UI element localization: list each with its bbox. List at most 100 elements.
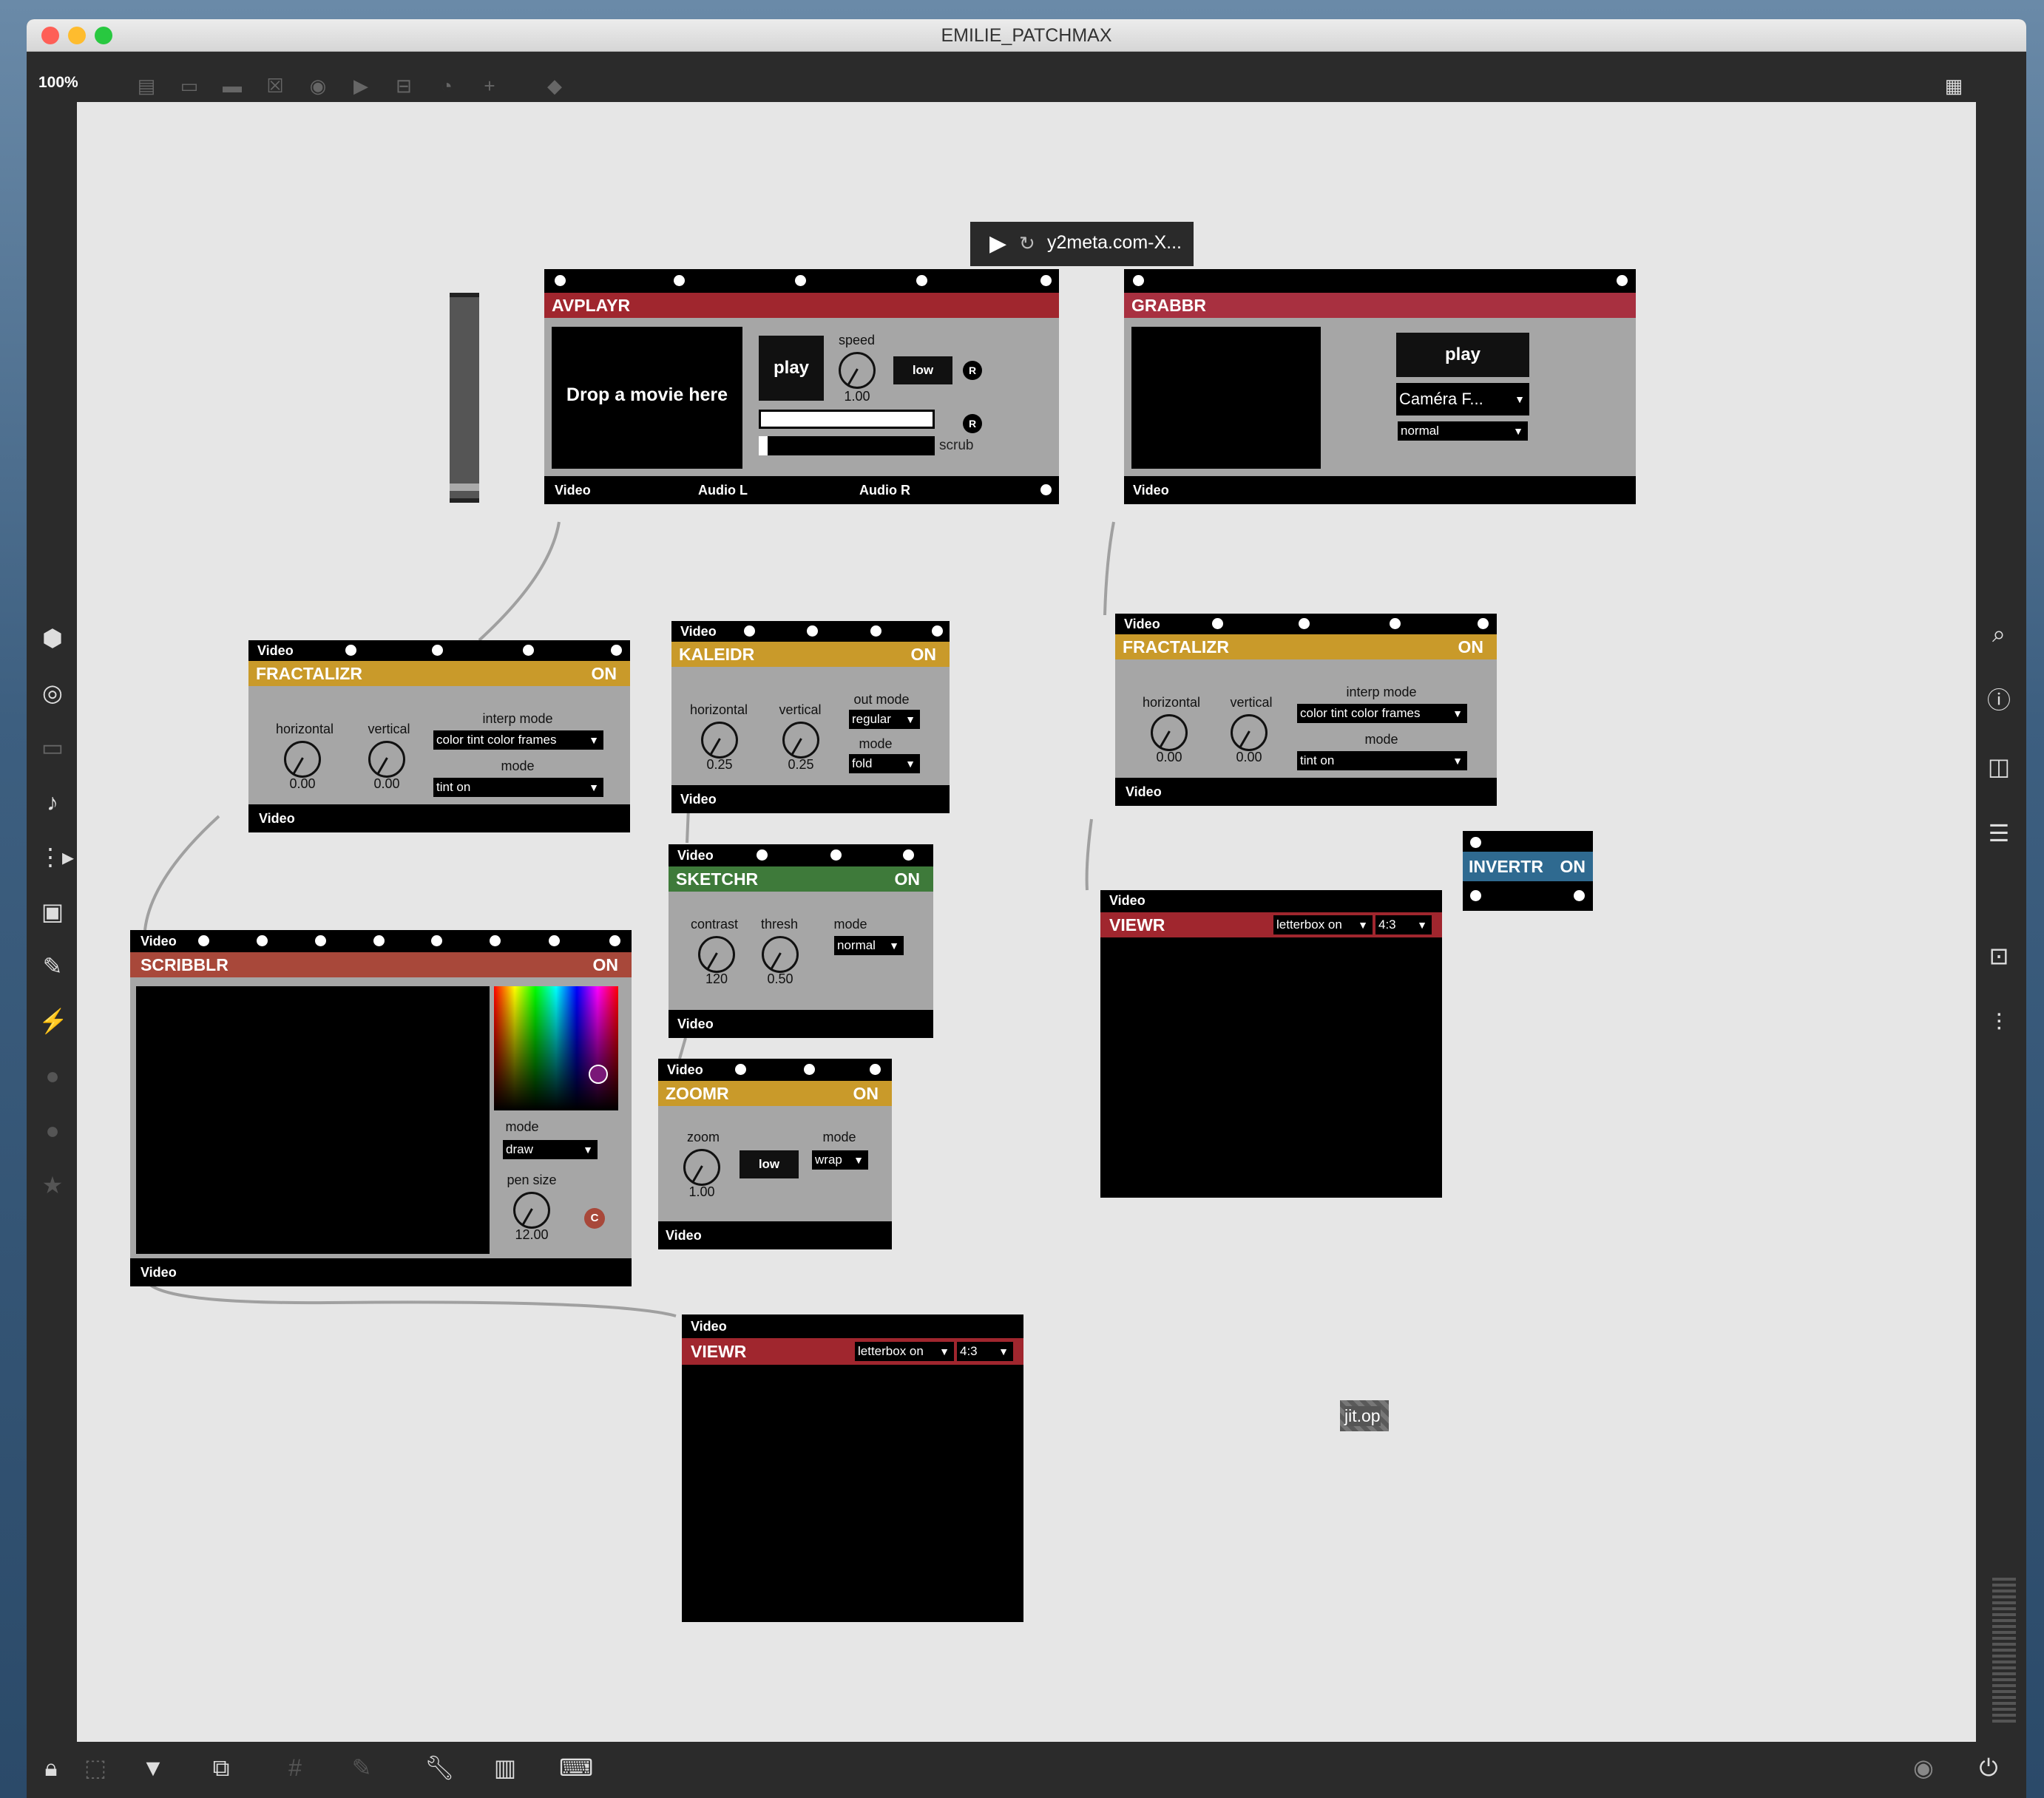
on-toggle[interactable]: ON — [1560, 852, 1586, 881]
grid-icon[interactable]: ▦ — [1942, 74, 1966, 98]
inlet-port[interactable] — [609, 935, 620, 946]
inlet-port[interactable] — [1040, 275, 1052, 286]
inlet-port[interactable] — [431, 935, 442, 946]
on-toggle[interactable]: ON — [593, 952, 619, 977]
video-clips-icon[interactable]: ⋮▸ — [38, 843, 74, 871]
dial-icon[interactable]: ◔ — [435, 74, 458, 98]
info-icon[interactable]: ⓘ — [1985, 686, 2013, 714]
zoom-knob[interactable] — [683, 1149, 720, 1186]
grabbr-module[interactable]: GRABBR play Caméra F... normal Video — [1124, 269, 1636, 504]
horizontal-knob[interactable] — [1151, 714, 1188, 751]
on-toggle[interactable]: ON — [1458, 634, 1484, 659]
package-icon[interactable]: ⬢ — [38, 624, 67, 652]
inlet-port[interactable] — [916, 275, 927, 286]
target-icon[interactable]: ◎ — [38, 679, 67, 707]
mode-select[interactable]: normal — [1398, 421, 1528, 441]
presentation-mode-icon[interactable]: ⬚ — [81, 1754, 109, 1782]
horizontal-knob[interactable] — [284, 741, 321, 778]
inlet-port[interactable] — [490, 935, 501, 946]
vertical-slider[interactable] — [450, 293, 479, 503]
quality-button[interactable]: low — [740, 1150, 799, 1178]
out-mode-select[interactable]: regular — [849, 710, 920, 729]
slider-thumb[interactable] — [450, 484, 479, 491]
vertical-knob[interactable] — [782, 722, 819, 759]
invertr-module[interactable]: INVERTR ON — [1463, 831, 1593, 911]
inlet-port[interactable] — [1133, 275, 1144, 286]
inlet-port[interactable] — [830, 849, 842, 861]
inlet-port[interactable] — [432, 645, 443, 656]
playlist-object[interactable]: ▶ ↻ y2meta.com-X... — [970, 222, 1194, 266]
color-picker-cursor[interactable] — [589, 1065, 608, 1084]
list-icon[interactable]: ☰ — [1985, 819, 2013, 847]
drawing-area[interactable] — [136, 986, 490, 1254]
fractalizr-module[interactable]: Video FRACTALIZR ON horizontal 0.00 verti… — [1115, 614, 1497, 806]
movie-drop-area[interactable]: Drop a movie here — [552, 327, 742, 469]
inlet-port[interactable] — [1299, 618, 1310, 629]
jit-op-object[interactable]: jit.op — [1340, 1400, 1389, 1431]
add-icon[interactable]: + — [478, 74, 501, 98]
camera-select[interactable]: Caméra F... — [1396, 383, 1529, 415]
mode-select[interactable]: normal — [834, 936, 904, 955]
zoom-menu[interactable]: 100% — [38, 74, 78, 92]
vertical-knob[interactable] — [1231, 714, 1268, 751]
outlet-port[interactable] — [1040, 484, 1052, 495]
button-icon[interactable]: ◉ — [306, 74, 330, 98]
ratio-select[interactable]: 4:3 — [1375, 915, 1432, 934]
inlet-port[interactable] — [674, 275, 685, 286]
inlet-port[interactable] — [1212, 618, 1223, 629]
inlet-port[interactable] — [555, 275, 566, 286]
inlet-port[interactable] — [1478, 618, 1489, 629]
snapshot-icon[interactable]: ⊡ — [1985, 942, 2013, 970]
inlet-port[interactable] — [757, 849, 768, 861]
thresh-knob[interactable] — [762, 936, 799, 973]
paint-bucket-icon[interactable]: ◆ — [543, 74, 566, 98]
color-picker[interactable] — [494, 986, 618, 1110]
speed-knob[interactable] — [839, 352, 876, 389]
vertical-knob[interactable] — [368, 741, 405, 778]
inlet-port[interactable] — [198, 935, 209, 946]
mode-select[interactable]: tint on — [433, 778, 603, 797]
inlet-port[interactable] — [1470, 837, 1481, 848]
bpatcher-icon[interactable]: ● — [38, 1116, 67, 1144]
inlet-port[interactable] — [870, 1064, 881, 1075]
film-icon[interactable]: ▭ — [38, 733, 67, 761]
toggle-icon[interactable]: ☒ — [263, 74, 287, 98]
slider-icon[interactable]: ⊟ — [392, 74, 416, 98]
inlet-port[interactable] — [373, 935, 385, 946]
scribblr-module[interactable]: Video SCRIBBLR ON mode draw pen size 12.0… — [130, 930, 632, 1286]
inlet-port[interactable] — [549, 935, 560, 946]
image-icon[interactable]: ▣ — [38, 898, 67, 926]
vizzie-icon[interactable]: ● — [38, 1062, 67, 1090]
comment-bubble-icon[interactable]: ▼ — [139, 1754, 167, 1782]
level-meter[interactable] — [1992, 1578, 2016, 1726]
grid-toggle-icon[interactable]: # — [281, 1754, 309, 1782]
inlet-port[interactable] — [807, 625, 818, 637]
reset-button[interactable]: R — [963, 361, 982, 380]
outlet-port[interactable] — [1574, 890, 1585, 901]
mode-select[interactable]: fold — [849, 754, 920, 773]
search-icon[interactable]: ⌕ — [1985, 620, 2013, 648]
inlet-port[interactable] — [1617, 275, 1628, 286]
paperclip-icon[interactable]: ✎ — [38, 952, 67, 980]
inlet-port[interactable] — [523, 645, 534, 656]
scrub-slider[interactable] — [759, 436, 935, 455]
viewr-module[interactable]: Video VIEWR letterbox on 4:3 — [1100, 890, 1442, 1198]
inlet-port[interactable] — [1390, 618, 1401, 629]
sketchr-module[interactable]: Video SKETCHR ON contrast 120 thresh 0.50… — [669, 844, 933, 1038]
inlet-port[interactable] — [611, 645, 622, 656]
inlet-port[interactable] — [903, 849, 914, 861]
on-toggle[interactable]: ON — [592, 661, 617, 686]
wrench-icon[interactable]: 🔧︎ — [424, 1754, 455, 1782]
loop-icon[interactable]: ↻ — [1019, 232, 1035, 255]
play-button[interactable]: play — [1396, 333, 1529, 377]
debug-icon[interactable]: ✎ — [348, 1754, 376, 1782]
on-toggle[interactable]: ON — [895, 866, 921, 892]
piano-icon[interactable]: ▥ — [491, 1754, 519, 1782]
inlet-port[interactable] — [744, 625, 755, 637]
position-slider[interactable] — [759, 410, 935, 429]
letterbox-select[interactable]: letterbox on — [1273, 915, 1373, 934]
kaleidr-module[interactable]: Video KALEIDR ON horizontal 0.25 vertical… — [671, 621, 950, 813]
on-toggle[interactable]: ON — [911, 642, 937, 667]
power-icon[interactable]: ⏻ — [1974, 1754, 2003, 1782]
inlet-port[interactable] — [257, 935, 268, 946]
